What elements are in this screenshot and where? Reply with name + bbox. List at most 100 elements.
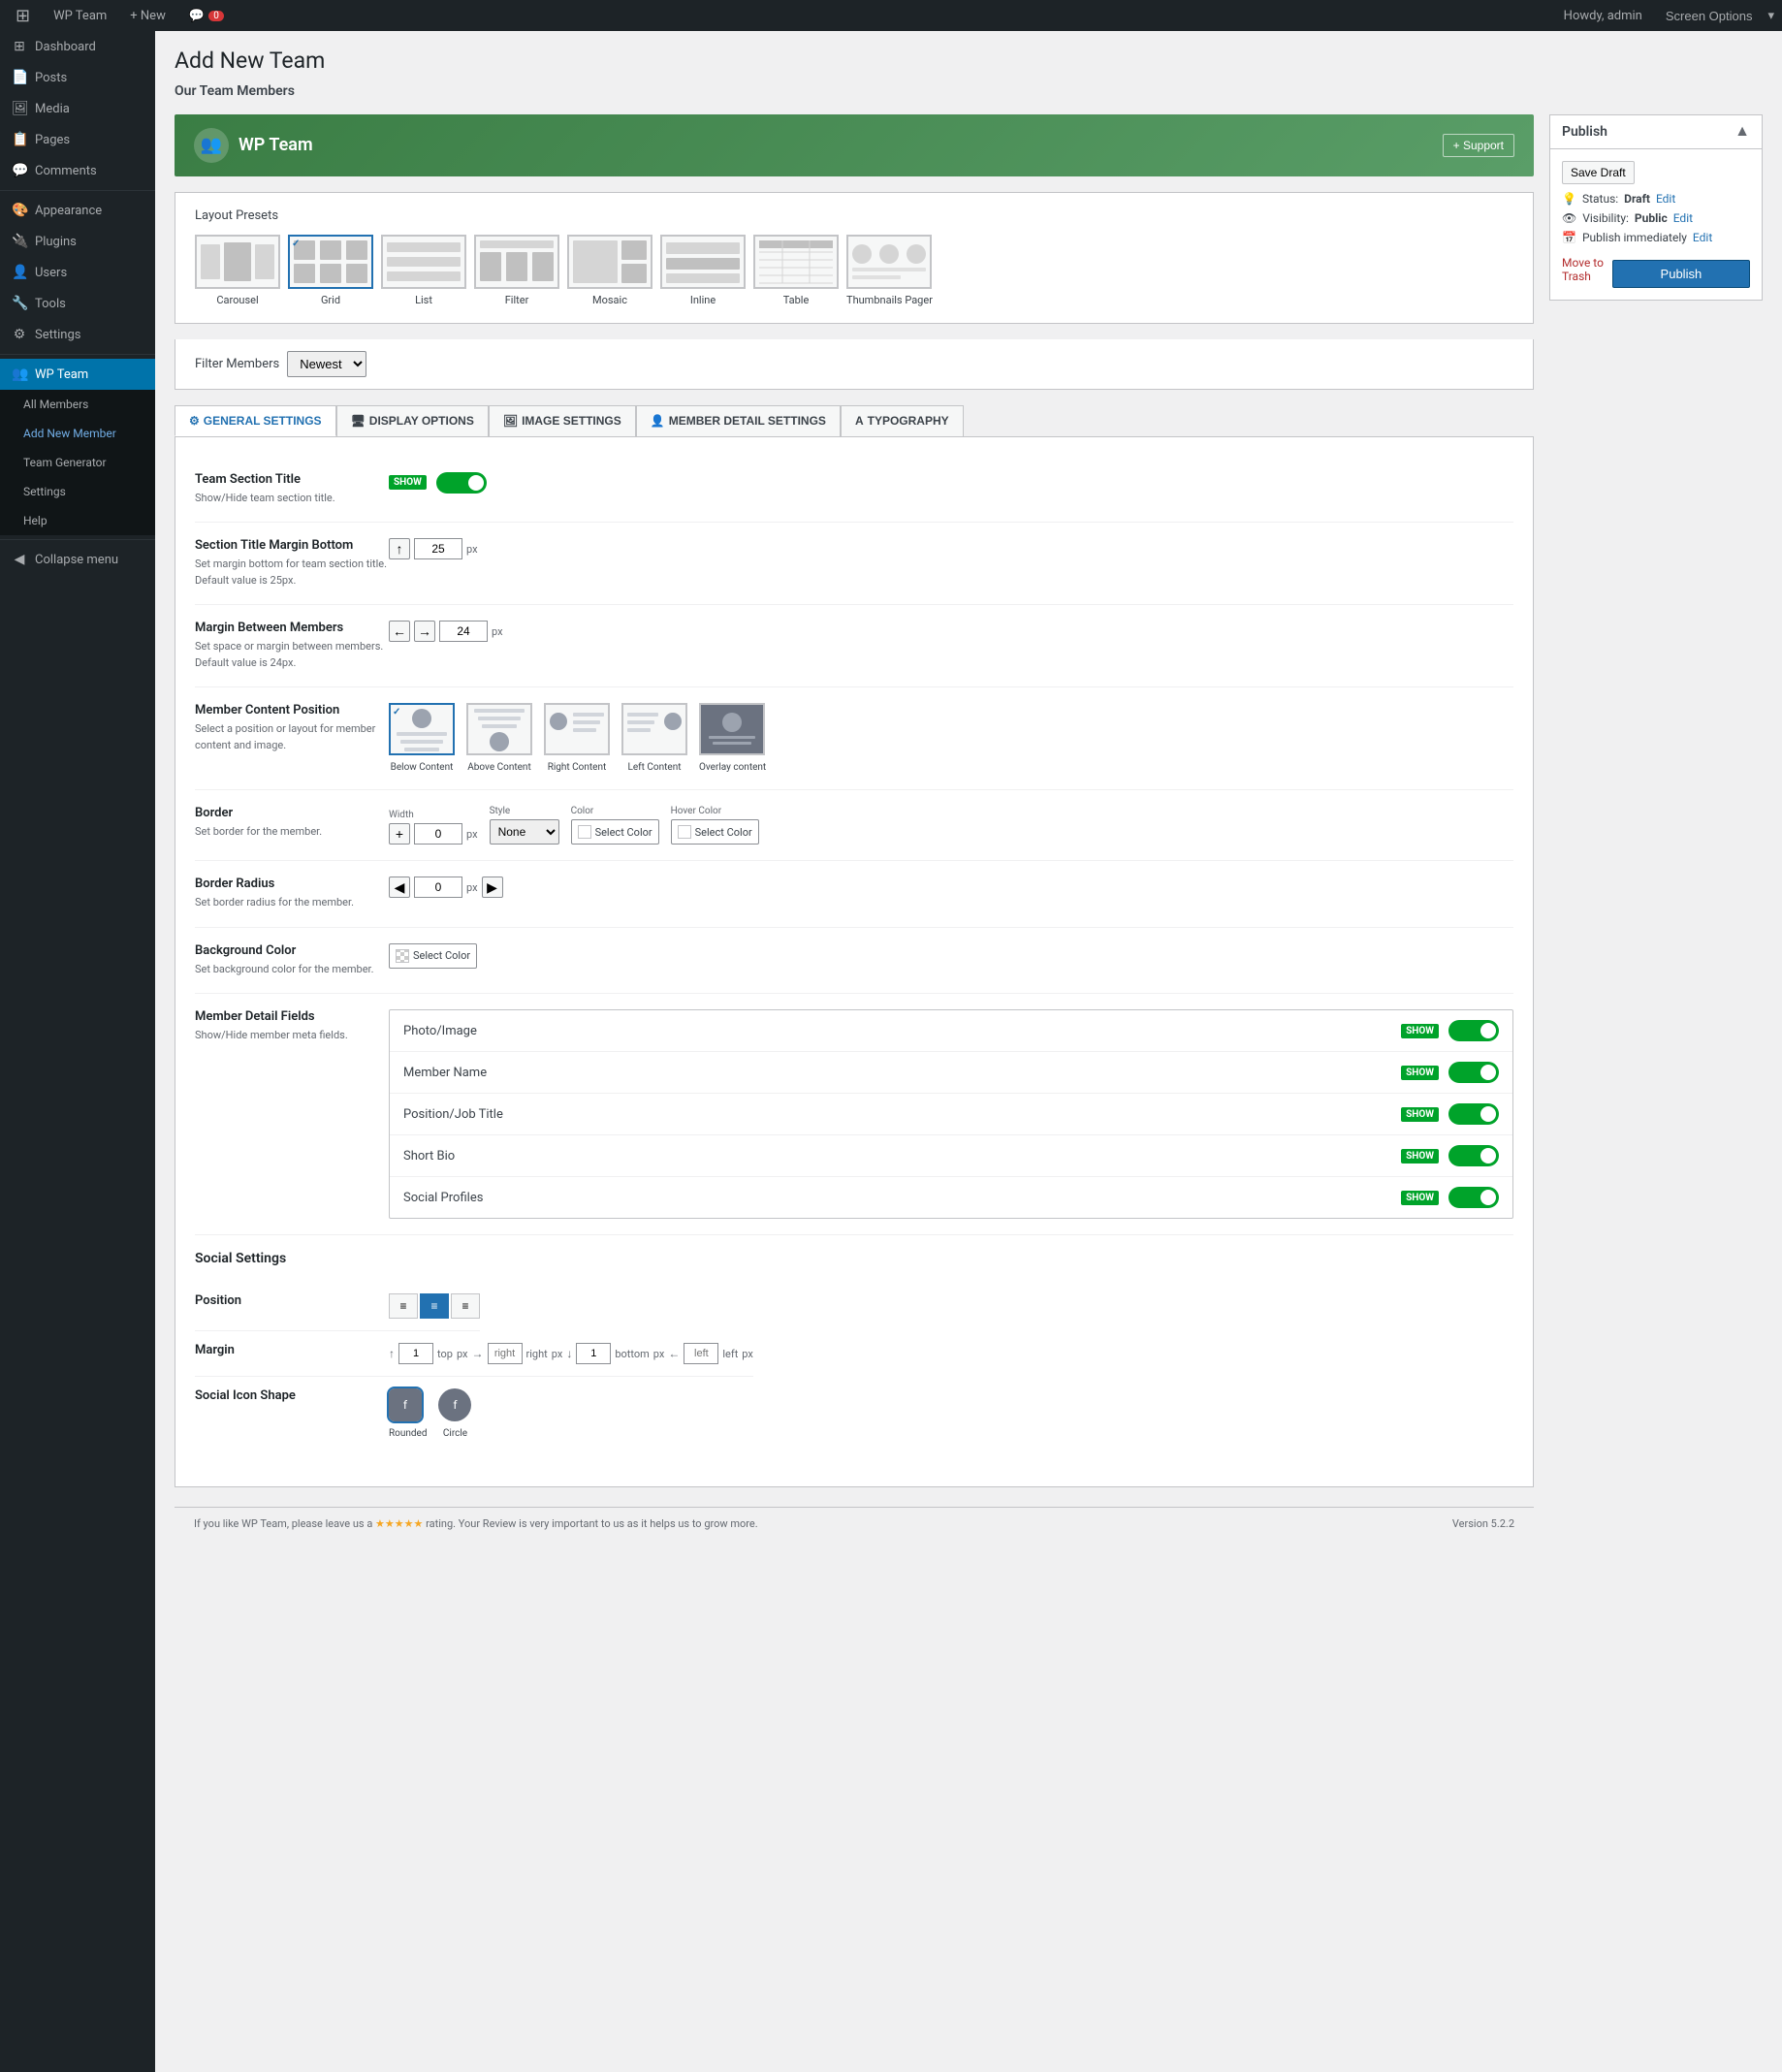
new-item-link[interactable]: + New <box>122 0 174 31</box>
bg-color-swatch <box>396 949 409 963</box>
sidebar-item-media[interactable]: 🖼 Media <box>0 93 155 124</box>
tab-display[interactable]: 🖥 DISPLAY OPTIONS <box>336 405 489 436</box>
photo-field-name: Photo/Image <box>403 1024 477 1038</box>
screen-options-button[interactable]: Screen Options <box>1658 5 1761 27</box>
preset-filter[interactable]: Filter <box>474 235 559 307</box>
sidebar-submenu-all-members[interactable]: All Members <box>0 390 155 419</box>
photo-toggle[interactable] <box>1448 1020 1499 1041</box>
save-draft-button[interactable]: Save Draft <box>1562 161 1635 184</box>
margin-left-arrow: ← <box>668 1347 680 1360</box>
sidebar-label-dashboard: Dashboard <box>35 40 96 54</box>
move-trash-link[interactable]: Move to Trash <box>1562 256 1612 283</box>
filter-svg <box>476 237 557 287</box>
short-bio-field-name: Short Bio <box>403 1149 455 1164</box>
border-style-select[interactable]: None Solid Dashed Dotted <box>490 819 559 845</box>
sidebar-submenu-team-generator[interactable]: Team Generator <box>0 448 155 477</box>
shape-circle[interactable]: f Circle <box>438 1388 471 1440</box>
sidebar-item-plugins[interactable]: 🔌 Plugins <box>0 226 155 257</box>
publish-postbox: Publish ▲ Save Draft 💡 Status: Draft Edi… <box>1549 114 1763 301</box>
tab-typography[interactable]: A TYPOGRAPHY <box>841 405 964 436</box>
filter-select[interactable]: Newest Oldest A-Z Z-A <box>287 351 366 377</box>
sidebar-item-appearance[interactable]: 🎨 Appearance <box>0 195 155 226</box>
pub-status-edit-link[interactable]: Edit <box>1656 192 1675 206</box>
margin-left-input[interactable] <box>684 1343 718 1364</box>
sidebar-submenu-add-new-member[interactable]: Add New Member <box>0 419 155 448</box>
border-hover-color-picker[interactable]: Select Color <box>671 819 759 845</box>
sidebar-item-dashboard[interactable]: ⊞ Dashboard <box>0 31 155 62</box>
border-radius-input[interactable] <box>414 877 462 898</box>
preset-inline[interactable]: Inline <box>660 235 746 307</box>
margin-left-label: left <box>722 1348 738 1360</box>
sidebar-item-wp-team[interactable]: 👥 WP Team <box>0 359 155 390</box>
margin-bottom-input[interactable] <box>576 1343 611 1364</box>
preset-carousel[interactable]: Carousel <box>195 235 280 307</box>
sidebar-submenu-settings[interactable]: Settings <box>0 477 155 506</box>
border-width-input[interactable] <box>414 823 462 845</box>
tab-member-detail[interactable]: 👤 MEMBER DETAIL SETTINGS <box>636 405 841 436</box>
border-label: Border <box>195 806 389 820</box>
comments-link[interactable]: 💬 0 <box>181 0 232 31</box>
sidebar-item-comments[interactable]: 💬 Comments <box>0 155 155 186</box>
postbox-toggle-button[interactable]: ▲ <box>1734 123 1750 141</box>
sidebar-item-settings[interactable]: ⚙ Settings <box>0 319 155 350</box>
margin-between-decrement2[interactable]: → <box>414 621 435 642</box>
member-name-toggle-wrap: SHOW <box>1401 1062 1499 1083</box>
margin-right-input[interactable] <box>488 1343 523 1364</box>
position-right[interactable]: Right Content <box>544 703 610 774</box>
position-overlay[interactable]: Overlay content <box>699 703 766 774</box>
margin-top-label: top <box>437 1348 453 1360</box>
social-pos-center-btn[interactable]: ≡ <box>420 1293 449 1319</box>
margin-between-decrement[interactable]: ← <box>389 621 410 642</box>
right-svg <box>546 705 608 753</box>
bg-color-picker[interactable]: Select Color <box>389 943 477 969</box>
border-radius-label: Border Radius <box>195 877 389 891</box>
wp-logo-link[interactable]: ⊞ <box>8 0 38 31</box>
social-pos-right-btn[interactable]: ≡ <box>451 1293 480 1319</box>
sidebar-submenu-help[interactable]: Help <box>0 506 155 535</box>
margin-bottom-input[interactable] <box>414 538 462 559</box>
shape-rounded[interactable]: f Rounded <box>389 1388 427 1440</box>
margin-bottom-unit: px <box>653 1348 665 1360</box>
pub-visibility-edit-link[interactable]: Edit <box>1673 211 1693 225</box>
preset-mosaic[interactable]: Mosaic <box>567 235 652 307</box>
margin-top-input[interactable] <box>398 1343 433 1364</box>
pub-publish-edit-link[interactable]: Edit <box>1693 231 1712 244</box>
border-radius-increment[interactable]: ▶ <box>482 877 503 898</box>
sidebar-item-tools[interactable]: 🔧 Tools <box>0 288 155 319</box>
sidebar-label-tools: Tools <box>35 297 66 311</box>
border-radius-decrement[interactable]: ◀ <box>389 877 410 898</box>
preset-table[interactable]: Table <box>753 235 839 307</box>
preset-grid[interactable]: ✓ Grid <box>288 235 373 307</box>
support-button[interactable]: + Support <box>1443 134 1514 157</box>
preset-thumbnails[interactable]: Thumbnails Pager <box>846 235 933 307</box>
short-bio-toggle[interactable] <box>1448 1145 1499 1166</box>
job-title-toggle[interactable] <box>1448 1103 1499 1125</box>
sidebar-item-pages[interactable]: 📋 Pages <box>0 124 155 155</box>
help-label: Help <box>23 514 48 527</box>
sidebar-item-posts[interactable]: 📄 Posts <box>0 62 155 93</box>
margin-bottom-decrement[interactable]: ↑ <box>389 538 410 559</box>
main-content: Add New Team Our Team Members 👥 WP Team … <box>155 31 1782 2072</box>
sidebar-label-appearance: Appearance <box>35 204 102 218</box>
position-above[interactable]: Above Content <box>466 703 532 774</box>
tab-general[interactable]: ⚙ GENERAL SETTINGS <box>175 405 336 436</box>
pub-visibility-value: Public <box>1635 211 1668 225</box>
list-thumb <box>381 235 466 289</box>
preset-list[interactable]: List <box>381 235 466 307</box>
member-name-toggle[interactable] <box>1448 1062 1499 1083</box>
border-width-increment[interactable]: + <box>389 823 410 845</box>
pub-visibility-row: 👁 Visibility: Public Edit <box>1562 211 1750 225</box>
border-color-picker[interactable]: Select Color <box>571 819 659 845</box>
social-profiles-toggle[interactable] <box>1448 1187 1499 1208</box>
publish-button[interactable]: Publish <box>1612 260 1750 288</box>
margin-between-input[interactable] <box>439 621 488 642</box>
site-name-link[interactable]: WP Team <box>46 0 114 31</box>
sidebar-item-users[interactable]: 👤 Users <box>0 257 155 288</box>
margin-between-unit: px <box>492 625 503 638</box>
section-title-toggle[interactable] <box>436 472 487 494</box>
position-left[interactable]: Left Content <box>621 703 687 774</box>
collapse-menu-button[interactable]: ◀ Collapse menu <box>0 544 155 575</box>
social-pos-left-btn[interactable]: ≡ <box>389 1293 418 1319</box>
tab-image[interactable]: 🖼 IMAGE SETTINGS <box>489 405 636 436</box>
position-below[interactable]: ✓ Below Content <box>389 703 455 774</box>
